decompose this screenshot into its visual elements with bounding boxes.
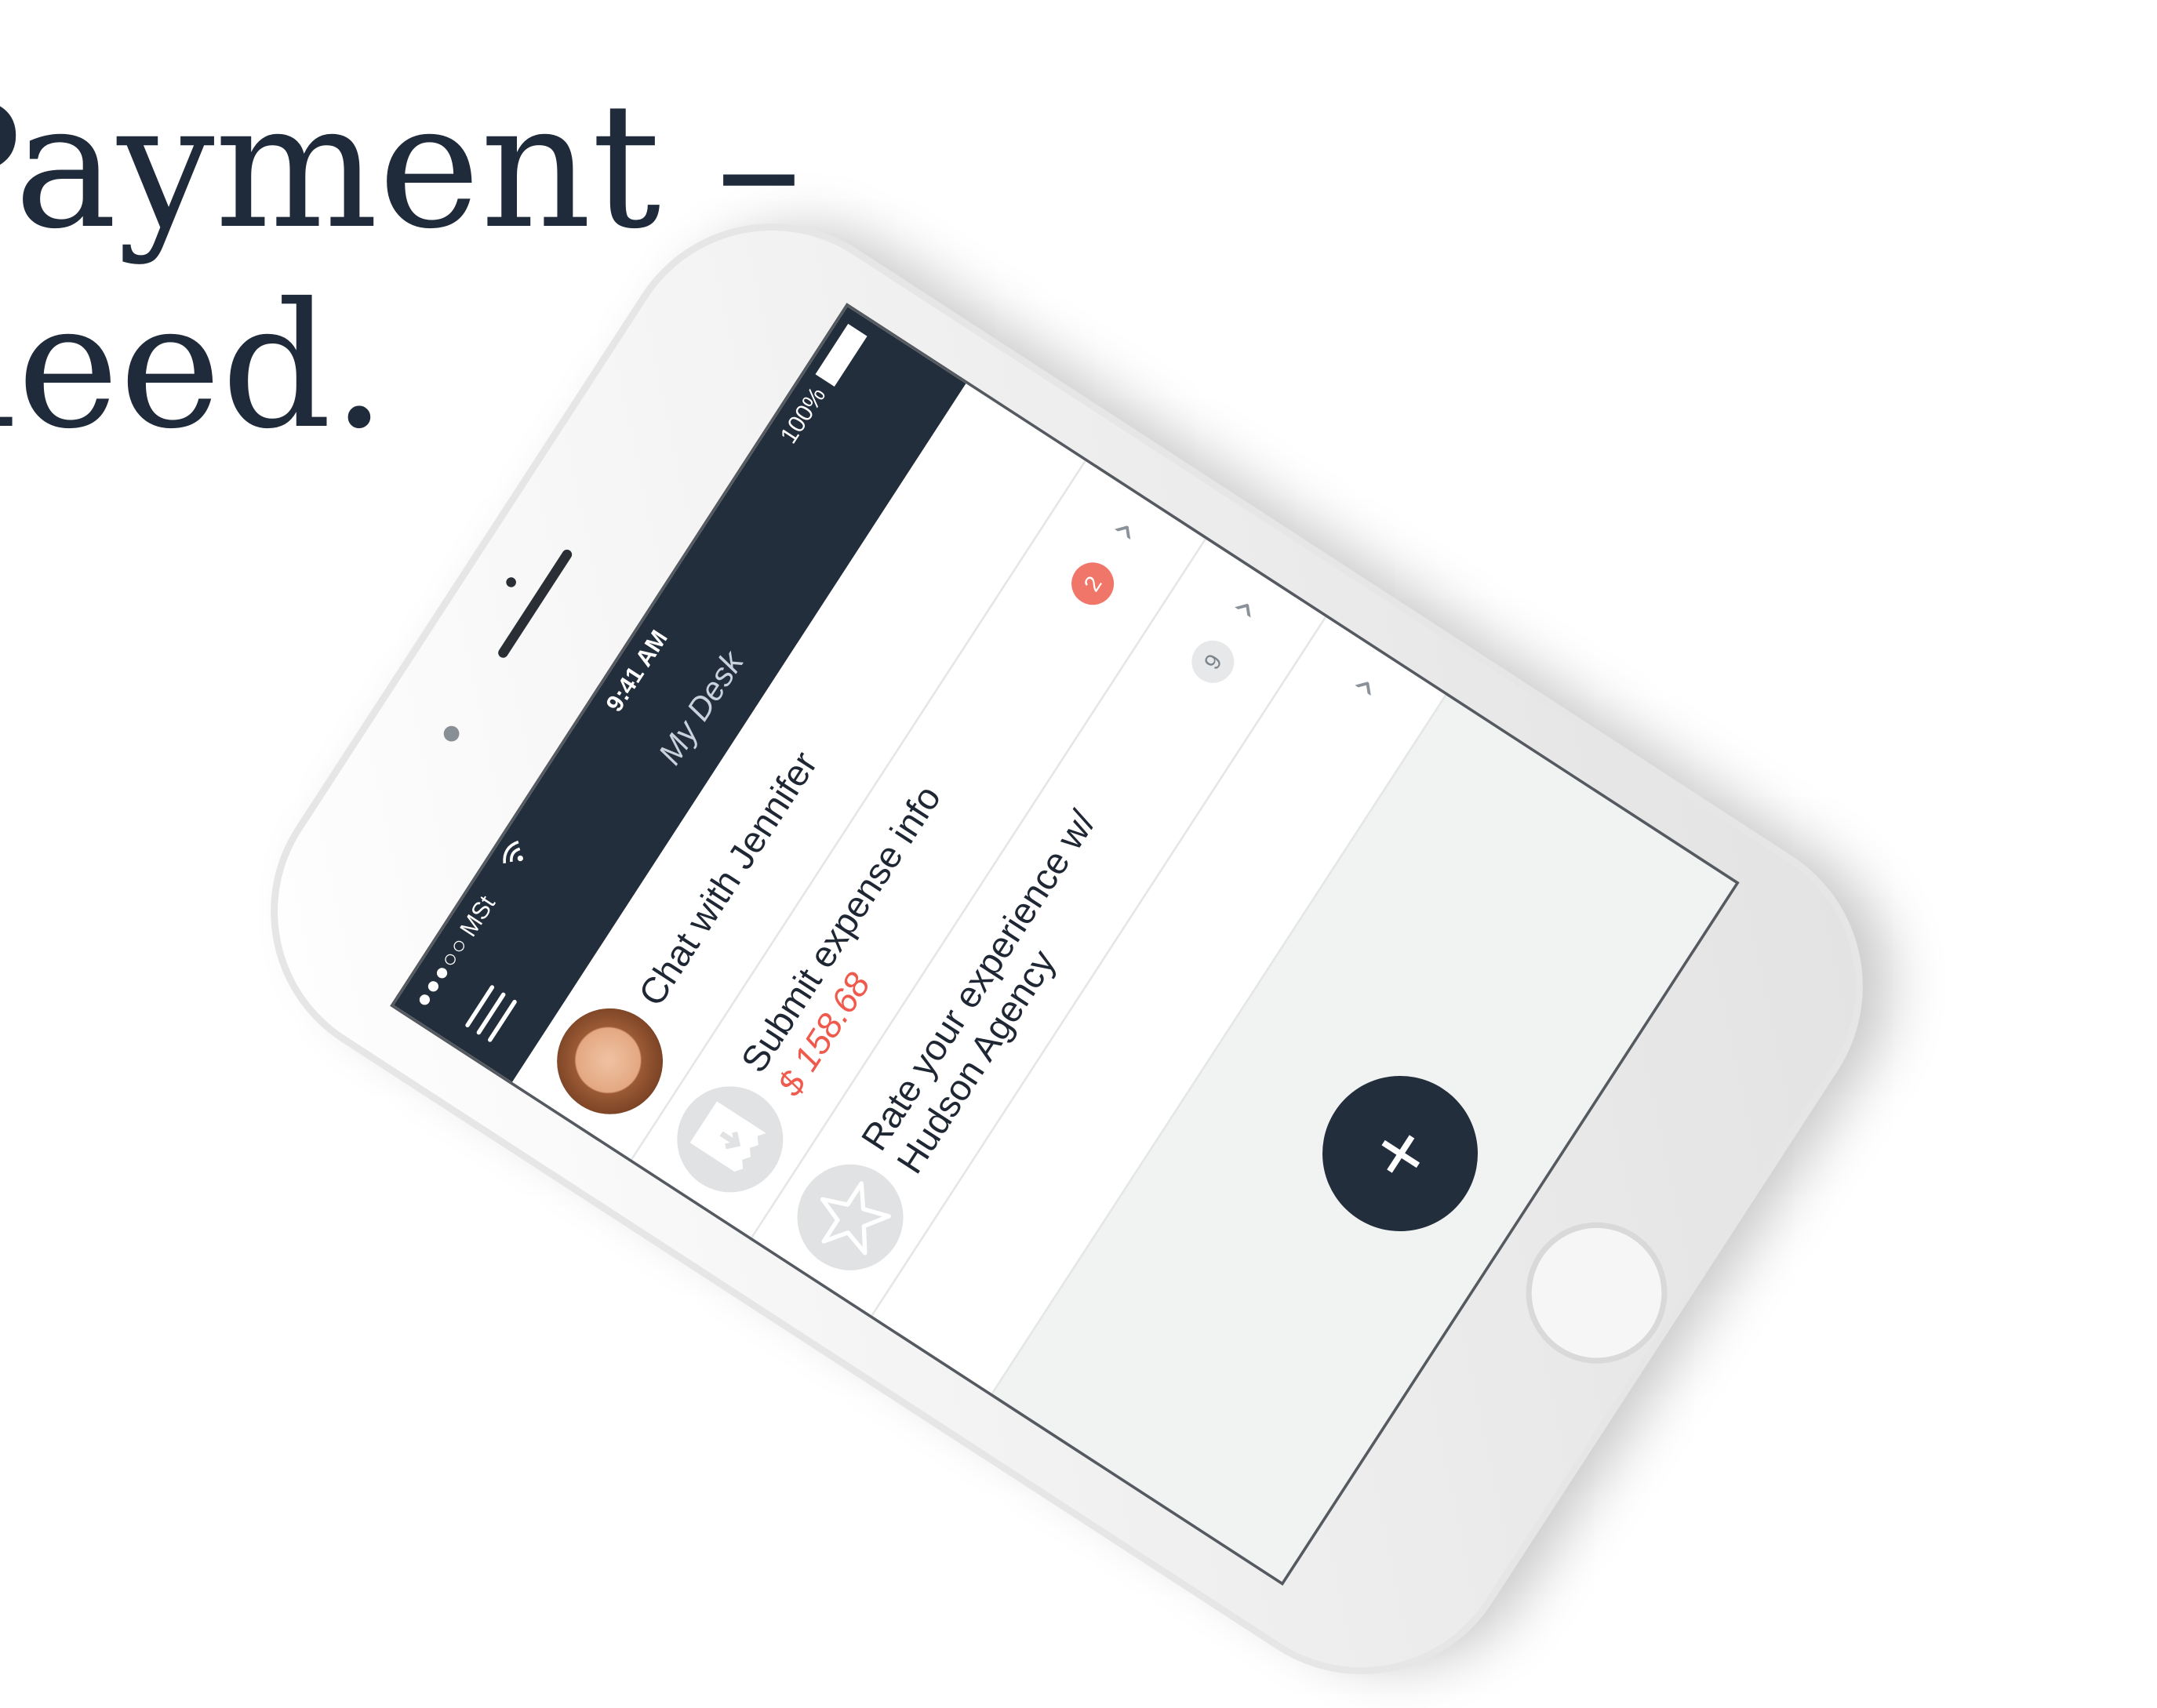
headline-line-1: Payment – <box>0 66 802 267</box>
task-list: Chat with Jennifer Submit expense info $… <box>512 383 1447 1394</box>
proximity-sensor <box>504 575 518 590</box>
wifi-icon <box>496 835 538 878</box>
phone-screen: ●●●○○ MSt 9:41 AM 100% My Desk Chat with… <box>390 303 1740 1586</box>
notification-badge: 9 <box>1183 632 1242 692</box>
chevron-right-icon: › <box>1218 587 1269 629</box>
earpiece-speaker <box>496 547 574 660</box>
add-button[interactable]: + <box>1293 1046 1508 1261</box>
chevron-right-icon: › <box>1098 509 1149 551</box>
carrier-name: MSt <box>454 891 501 942</box>
battery-icon <box>815 324 868 387</box>
notification-badge: 2 <box>1063 554 1122 613</box>
status-time: 9:41 AM <box>601 625 674 717</box>
signal-strength-icon: ●●●○○ <box>408 931 475 1013</box>
battery-percentage: 100% <box>775 382 831 449</box>
chevron-right-icon: › <box>1338 665 1390 707</box>
front-camera-icon <box>440 722 463 745</box>
home-button[interactable] <box>1499 1195 1695 1391</box>
